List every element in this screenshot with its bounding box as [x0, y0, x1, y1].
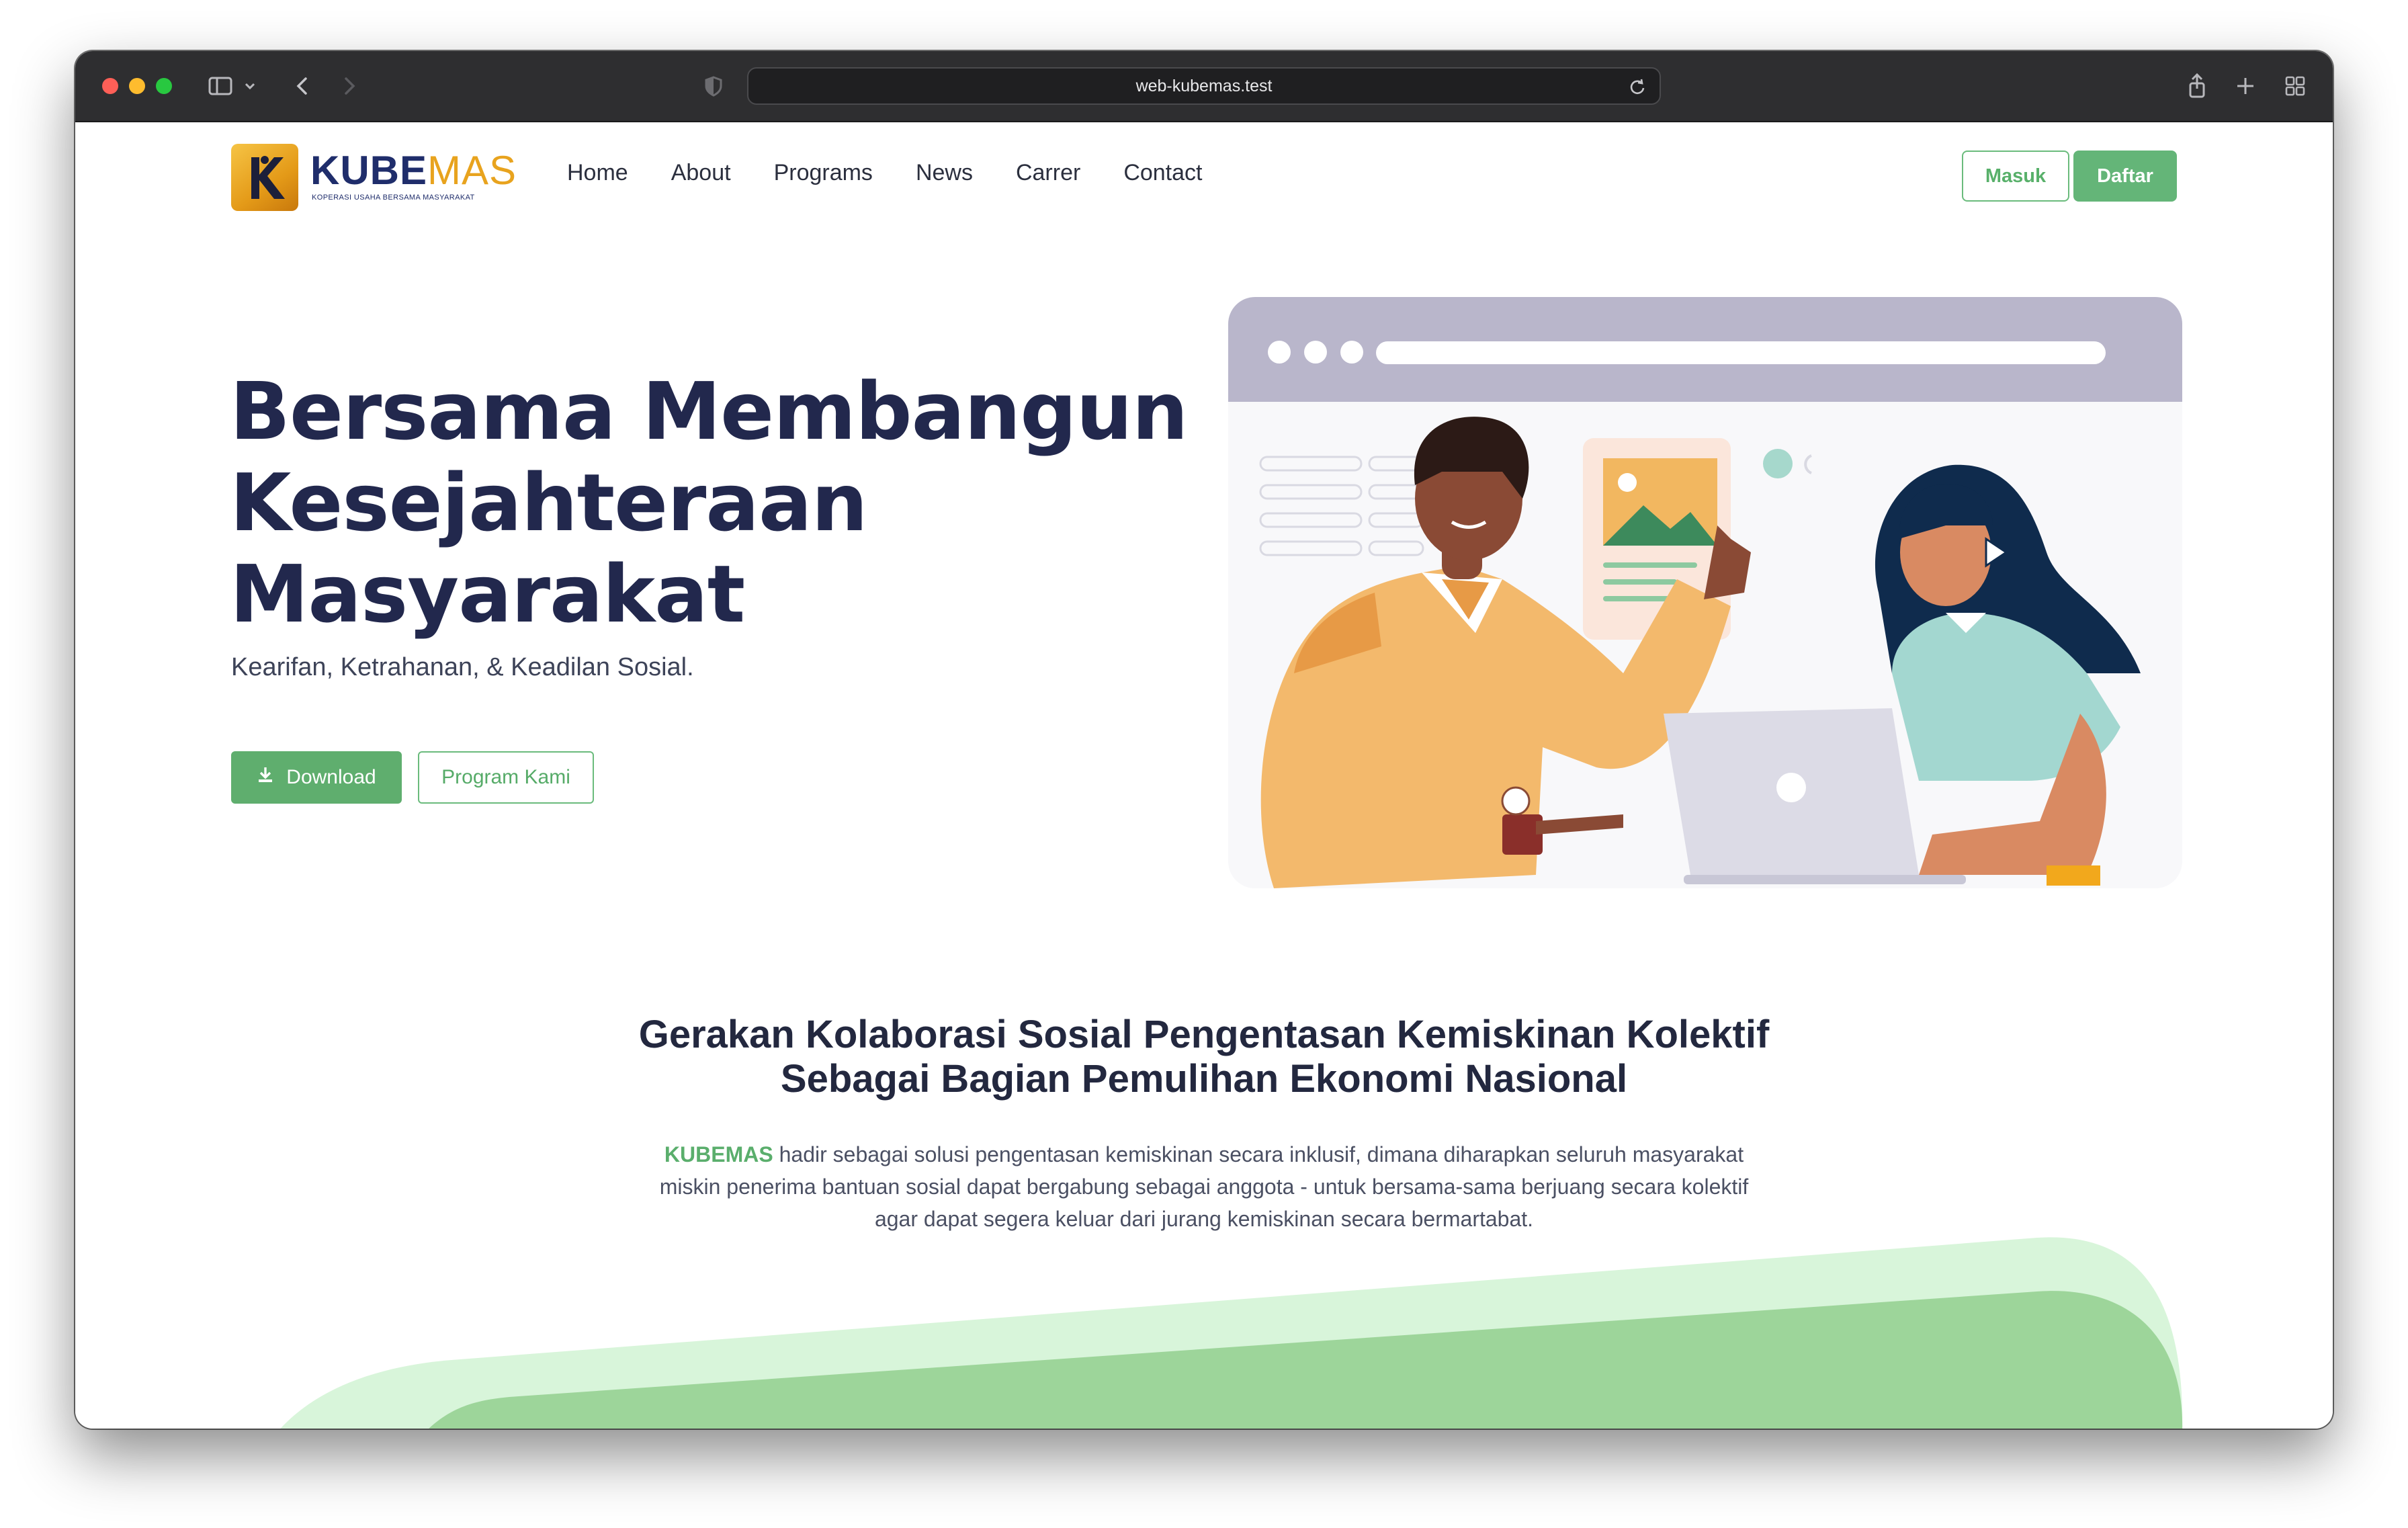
download-label: Download — [286, 766, 376, 788]
section-heading-line: Sebagai Bagian Pemulihan Ekonomi Nasiona… — [780, 1057, 1628, 1101]
nav-home[interactable]: Home — [567, 160, 628, 186]
download-button[interactable]: Download — [231, 751, 402, 804]
logo-badge-icon — [231, 144, 298, 211]
hero-illustration — [1228, 297, 2182, 888]
tab-overview-grid-icon[interactable] — [2280, 71, 2310, 103]
address-bar[interactable]: web-kubemas.test — [747, 67, 1661, 105]
shield-icon[interactable] — [700, 71, 727, 103]
zoom-window-button[interactable] — [156, 78, 172, 94]
back-arrow-icon[interactable] — [289, 71, 316, 103]
download-icon — [257, 765, 274, 790]
hero-title: Bersama Membangun Kesejahteraan Masyarak… — [230, 366, 1197, 640]
hero-title-line: Masyarakat — [230, 548, 745, 640]
section-heading-line: Gerakan Kolaborasi Sosial Pengentasan Ke… — [638, 1013, 1770, 1056]
main-nav: Home About Programs News Carrer Contact — [567, 160, 1203, 186]
chevron-down-icon[interactable] — [242, 71, 258, 103]
section-body-line: agar dapat segera keluar dari jurang kem… — [874, 1207, 1534, 1231]
forward-arrow-icon[interactable] — [336, 71, 363, 103]
browser-toolbar: web-kubemas.test — [75, 51, 2333, 122]
decorative-wave — [280, 1237, 2183, 1429]
kubemas-logo[interactable]: KUBEMAS KOPERASI USAHA BERSAMA MASYARAKA… — [231, 144, 527, 214]
logo-wordmark: KUBEMAS — [310, 148, 517, 193]
section-body: KUBEMAS hadir sebagai solusi pengentasan… — [546, 1138, 1862, 1235]
hero-subtitle: Kearifan, Ketrahanan, & Keadilan Sosial. — [231, 653, 694, 681]
close-window-button[interactable] — [102, 78, 118, 94]
section-body-line: miskin penerima bantuan sosial dapat ber… — [659, 1175, 1749, 1199]
logo-tagline: KOPERASI USAHA BERSAMA MASYARAKAT — [312, 194, 475, 202]
nav-carrer[interactable]: Carrer — [1016, 160, 1080, 186]
reload-icon[interactable] — [1627, 77, 1647, 102]
hero-title-line: Kesejahteraan — [230, 456, 868, 549]
program-kami-button[interactable]: Program Kami — [418, 751, 594, 804]
login-button[interactable]: Masuk — [1962, 151, 2069, 202]
url-text: web-kubemas.test — [1135, 76, 1273, 95]
section-body-line: hadir sebagai solusi pengentasan kemiski… — [773, 1142, 1744, 1166]
minimize-window-button[interactable] — [129, 78, 145, 94]
hero-title-line: Bersama Membangun — [230, 365, 1189, 458]
sidebar-toggle-icon[interactable] — [206, 71, 235, 103]
web-page: KUBEMAS KOPERASI USAHA BERSAMA MASYARAKA… — [75, 122, 2333, 1429]
nav-about[interactable]: About — [671, 160, 731, 186]
nav-programs[interactable]: Programs — [774, 160, 873, 186]
new-tab-plus-icon[interactable] — [2231, 71, 2260, 103]
register-button[interactable]: Daftar — [2073, 151, 2177, 202]
nav-news[interactable]: News — [916, 160, 973, 186]
share-icon[interactable] — [2182, 71, 2212, 103]
section-heading: Gerakan Kolaborasi Sosial Pengentasan Ke… — [465, 1013, 1943, 1101]
browser-window: web-kubemas.test KUBEMAS KOPERASI USAHA … — [75, 51, 2333, 1429]
nav-contact[interactable]: Contact — [1123, 160, 1202, 186]
brand-highlight: KUBEMAS — [664, 1142, 773, 1166]
